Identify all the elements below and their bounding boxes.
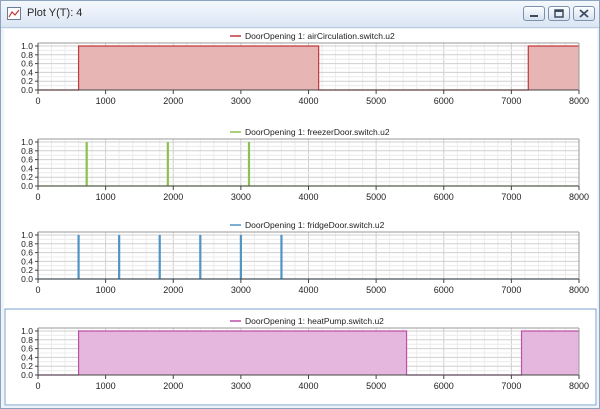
x-tick-label: 6000 (434, 285, 454, 295)
x-tick-label: 0 (35, 192, 40, 202)
x-tick-label: 2000 (163, 96, 183, 106)
legend: DoorOpening 1: airCirculation.switch.u2 (230, 31, 395, 41)
x-tick-label: 5000 (366, 192, 386, 202)
x-tick-label: 7000 (501, 381, 521, 391)
y-tick-label: 0.8 (21, 146, 33, 156)
x-tick-label: 1000 (96, 285, 116, 295)
x-tick-label: 0 (35, 285, 40, 295)
x-tick-label: 1000 (96, 192, 116, 202)
y-tick-label: 0.6 (21, 248, 33, 258)
y-tick-label: 0.2 (21, 172, 33, 182)
subplot-stack: DoorOpening 1: airCirculation.switch.u2 0… (4, 31, 597, 406)
restore-icon (554, 9, 564, 18)
y-tick-label: 0.4 (21, 163, 33, 173)
y-tick-label: 0.2 (21, 265, 33, 275)
x-tick-label: 4000 (298, 381, 318, 391)
y-tick-label: 0.0 (21, 85, 33, 95)
y-tick-label: 0.0 (21, 370, 33, 380)
x-tick-label: 2000 (163, 192, 183, 202)
x-tick-label: 4000 (298, 192, 318, 202)
x-tick-label: 7000 (501, 285, 521, 295)
subplot-4: DoorOpening 1: heatPump.switch.u2 0 1000 20… (4, 308, 597, 406)
title-bar[interactable]: Plot Y(T): 4 (1, 1, 599, 28)
x-tick-label: 3000 (231, 381, 251, 391)
x-tick-label: 7000 (501, 192, 521, 202)
x-tick-label: 6000 (434, 381, 454, 391)
legend-entry: DoorOpening 1: airCirculation.switch.u2 (245, 31, 395, 41)
x-tick-label: 4000 (298, 96, 318, 106)
y-tick-label: 0.4 (21, 352, 33, 362)
x-tick-label: 5000 (366, 285, 386, 295)
legend: DoorOpening 1: heatPump.switch.u2 (230, 316, 384, 326)
legend: DoorOpening 1: freezerDoor.switch.u2 (230, 127, 390, 137)
x-tick-label: 5000 (366, 381, 386, 391)
x-tick-label: 4000 (298, 285, 318, 295)
y-tick-label: 0.8 (21, 335, 33, 345)
y-tick-label: 0.2 (21, 361, 33, 371)
y-tick-label: 0.6 (21, 59, 33, 69)
plot-area: DoorOpening 1: airCirculation.switch.u2 0… (4, 29, 597, 406)
x-tick-label: 8000 (569, 285, 589, 295)
x-tick-label: 7000 (501, 96, 521, 106)
legend-entry: DoorOpening 1: heatPump.switch.u2 (245, 316, 384, 326)
x-tick-label: 2000 (163, 381, 183, 391)
x-tick-label: 3000 (231, 285, 251, 295)
restore-button[interactable] (548, 6, 570, 21)
legend-entry: DoorOpening 1: freezerDoor.switch.u2 (245, 127, 390, 137)
y-tick-label: 0.6 (21, 344, 33, 354)
x-tick-label: 8000 (569, 381, 589, 391)
minimize-icon (530, 15, 538, 17)
y-tick-label: 0.8 (21, 50, 33, 60)
x-tick-label: 3000 (231, 192, 251, 202)
x-tick-label: 0 (35, 381, 40, 391)
x-tick-label: 6000 (434, 192, 454, 202)
window-title: Plot Y(T): 4 (27, 7, 83, 19)
subplot-1: DoorOpening 1: airCirculation.switch.u2 0… (21, 31, 589, 106)
subplot-3: DoorOpening 1: fridgeDoor.switch.u2 0 1000… (21, 220, 589, 295)
y-tick-label: 0.0 (21, 274, 33, 284)
y-tick-label: 0.6 (21, 155, 33, 165)
close-icon (579, 9, 589, 18)
x-tick-label: 8000 (569, 192, 589, 202)
y-tick-label: 1.0 (21, 326, 33, 336)
grid (37, 139, 580, 187)
legend-entry: DoorOpening 1: fridgeDoor.switch.u2 (245, 220, 385, 230)
subplot-2: DoorOpening 1: freezerDoor.switch.u2 0 100… (21, 127, 589, 202)
y-tick-label: 1.0 (21, 230, 33, 240)
y-tick-label: 0.8 (21, 239, 33, 249)
x-tick-label: 1000 (96, 381, 116, 391)
x-tick-label: 8000 (569, 96, 589, 106)
x-tick-label: 3000 (231, 96, 251, 106)
y-tick-label: 0.4 (21, 256, 33, 266)
x-tick-label: 2000 (163, 285, 183, 295)
y-tick-label: 0.0 (21, 181, 33, 191)
y-tick-label: 0.4 (21, 67, 33, 77)
x-tick-label: 0 (35, 96, 40, 106)
y-tick-label: 0.2 (21, 76, 33, 86)
x-tick-label: 5000 (366, 96, 386, 106)
x-tick-label: 6000 (434, 96, 454, 106)
plot-icon (7, 7, 21, 20)
plot-window: Plot Y(T): 4 DoorOpening 1: airCirculati… (0, 0, 600, 409)
y-tick-label: 1.0 (21, 137, 33, 147)
y-tick-label: 1.0 (21, 41, 33, 51)
legend: DoorOpening 1: fridgeDoor.switch.u2 (230, 220, 385, 230)
close-button[interactable] (573, 6, 595, 21)
x-tick-label: 1000 (96, 96, 116, 106)
minimize-button[interactable] (523, 6, 545, 21)
